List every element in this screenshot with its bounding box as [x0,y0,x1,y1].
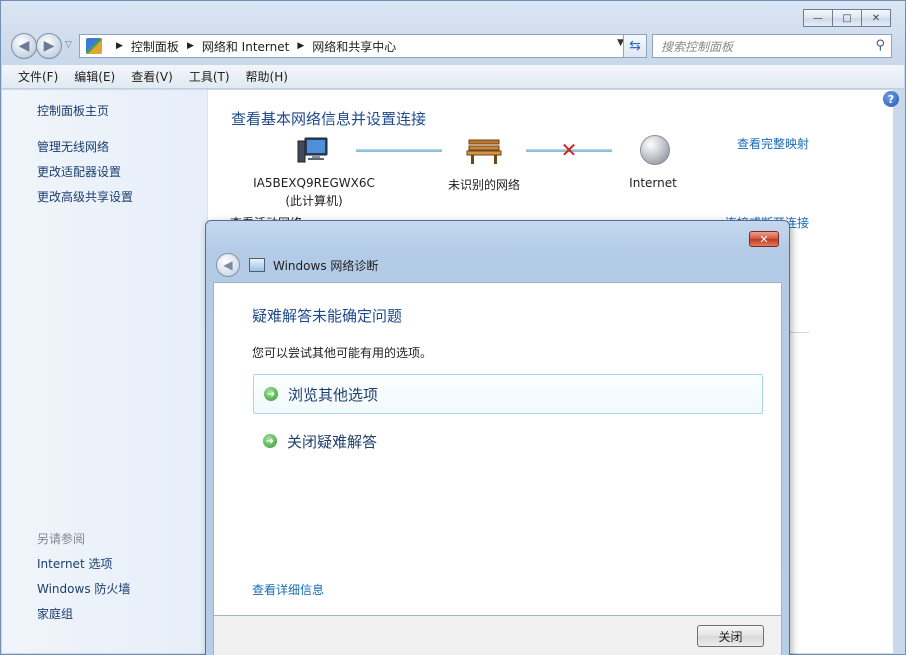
address-bar[interactable]: ▶ 控制面板 ▶ 网络和 Internet ▶ 网络和共享中心 ▼ [79,34,647,58]
computer-sub-label: (此计算机) [285,194,343,208]
explore-other-options-button[interactable]: ➜ 浏览其他选项 [253,374,763,414]
search-placeholder: 搜索控制面板 [661,39,734,54]
see-also-heading: 另请参阅 [37,532,86,546]
window-caption-buttons: — □ ✕ [803,9,891,27]
menu-tools[interactable]: 工具(T) [181,68,238,85]
close-troubleshooter-button[interactable]: ➜ 关闭疑难解答 [253,421,763,461]
refresh-button[interactable]: ⇆ [623,34,647,58]
menu-edit[interactable]: 编辑(E) [66,68,123,85]
breadcrumb-control-panel[interactable]: 控制面板 [131,38,179,55]
unidentified-network-icon[interactable] [466,137,502,165]
computer-name-label: IA5BEXQ9REGWX6C [253,176,375,190]
page-title: 查看基本网络信息并设置连接 [231,110,427,128]
internet-globe-icon[interactable] [640,135,670,165]
diagnostics-icon [249,258,265,272]
back-button[interactable]: ◀ [11,33,37,59]
breadcrumb-separator-icon[interactable]: ▶ [187,41,194,51]
navigation-bar: ◀ ▶ ▽ ▶ 控制面板 ▶ 网络和 Internet ▶ 网络和共享中心 ▼ … [9,31,895,61]
search-icon[interactable]: ⚲ [875,38,885,53]
dialog-close-button[interactable]: 关闭 [697,625,764,647]
dialog-title: Windows 网络诊断 [273,259,379,273]
manage-wireless-link[interactable]: 管理无线网络 [37,138,109,155]
internet-options-link[interactable]: Internet 选项 [37,555,112,572]
menu-help[interactable]: 帮助(H) [238,68,296,85]
change-adapter-settings-link[interactable]: 更改适配器设置 [37,163,121,180]
back-arrow-icon: ◀ [223,258,233,272]
dialog-footer: 关闭 [213,616,782,655]
back-arrow-icon: ◀ [18,38,30,54]
breadcrumb-network-internet[interactable]: 网络和 Internet [202,38,289,55]
menu-file[interactable]: 文件(F) [10,68,66,85]
dialog-close-x-button[interactable]: ✕ [749,231,779,247]
computer-icon[interactable] [296,136,330,166]
green-arrow-icon: ➜ [264,387,278,401]
maximize-button[interactable]: □ [832,9,862,27]
dialog-body: 疑难解答未能确定问题 您可以尝试其他可能有用的选项。 ➜ 浏览其他选项 ➜ 关闭… [213,282,782,616]
full-map-link[interactable]: 查看完整映射 [737,135,809,152]
search-input[interactable]: 搜索控制面板 ⚲ [652,34,892,58]
view-details-link[interactable]: 查看详细信息 [252,581,324,598]
dialog-back-button[interactable]: ◀ [216,253,240,277]
forward-arrow-icon: ▶ [43,38,55,54]
forward-button[interactable]: ▶ [36,33,62,59]
refresh-icon: ⇆ [629,38,641,54]
menu-view[interactable]: 查看(V) [123,68,181,85]
change-advanced-sharing-link[interactable]: 更改高级共享设置 [37,188,133,205]
menu-bar: 文件(F) 编辑(E) 查看(V) 工具(T) 帮助(H) [2,65,904,89]
option-label: 关闭疑难解答 [287,432,378,451]
connection-line-computer-network [356,149,442,152]
green-arrow-icon: ➜ [263,434,277,448]
option-label: 浏览其他选项 [288,385,379,404]
task-pane: 控制面板主页 管理无线网络 更改适配器设置 更改高级共享设置 另请参阅 Inte… [2,90,208,653]
breadcrumb-network-sharing-center[interactable]: 网络和共享中心 [312,38,396,55]
breadcrumb-separator-icon[interactable]: ▶ [297,41,304,51]
internet-label: Internet [629,176,677,190]
control-panel-icon [86,38,102,54]
network-diagnostics-dialog: ✕ ◀ Windows 网络诊断 疑难解答未能确定问题 您可以尝试其他可能有用的… [205,220,790,655]
dialog-description: 您可以尝试其他可能有用的选项。 [252,346,433,360]
homegroup-link[interactable]: 家庭组 [37,605,73,622]
minimize-button[interactable]: — [803,9,833,27]
windows-firewall-link[interactable]: Windows 防火墙 [37,580,130,597]
close-window-button[interactable]: ✕ [861,9,891,27]
recent-pages-dropdown-icon[interactable]: ▽ [65,40,72,50]
help-icon[interactable]: ? [883,91,899,107]
control-panel-home-link[interactable]: 控制面板主页 [37,102,109,119]
breadcrumb-separator-icon[interactable]: ▶ [116,41,123,51]
network-label: 未识别的网络 [447,178,520,192]
dialog-heading: 疑难解答未能确定问题 [252,307,403,325]
connection-error-x-icon[interactable]: ✕ [560,140,578,160]
